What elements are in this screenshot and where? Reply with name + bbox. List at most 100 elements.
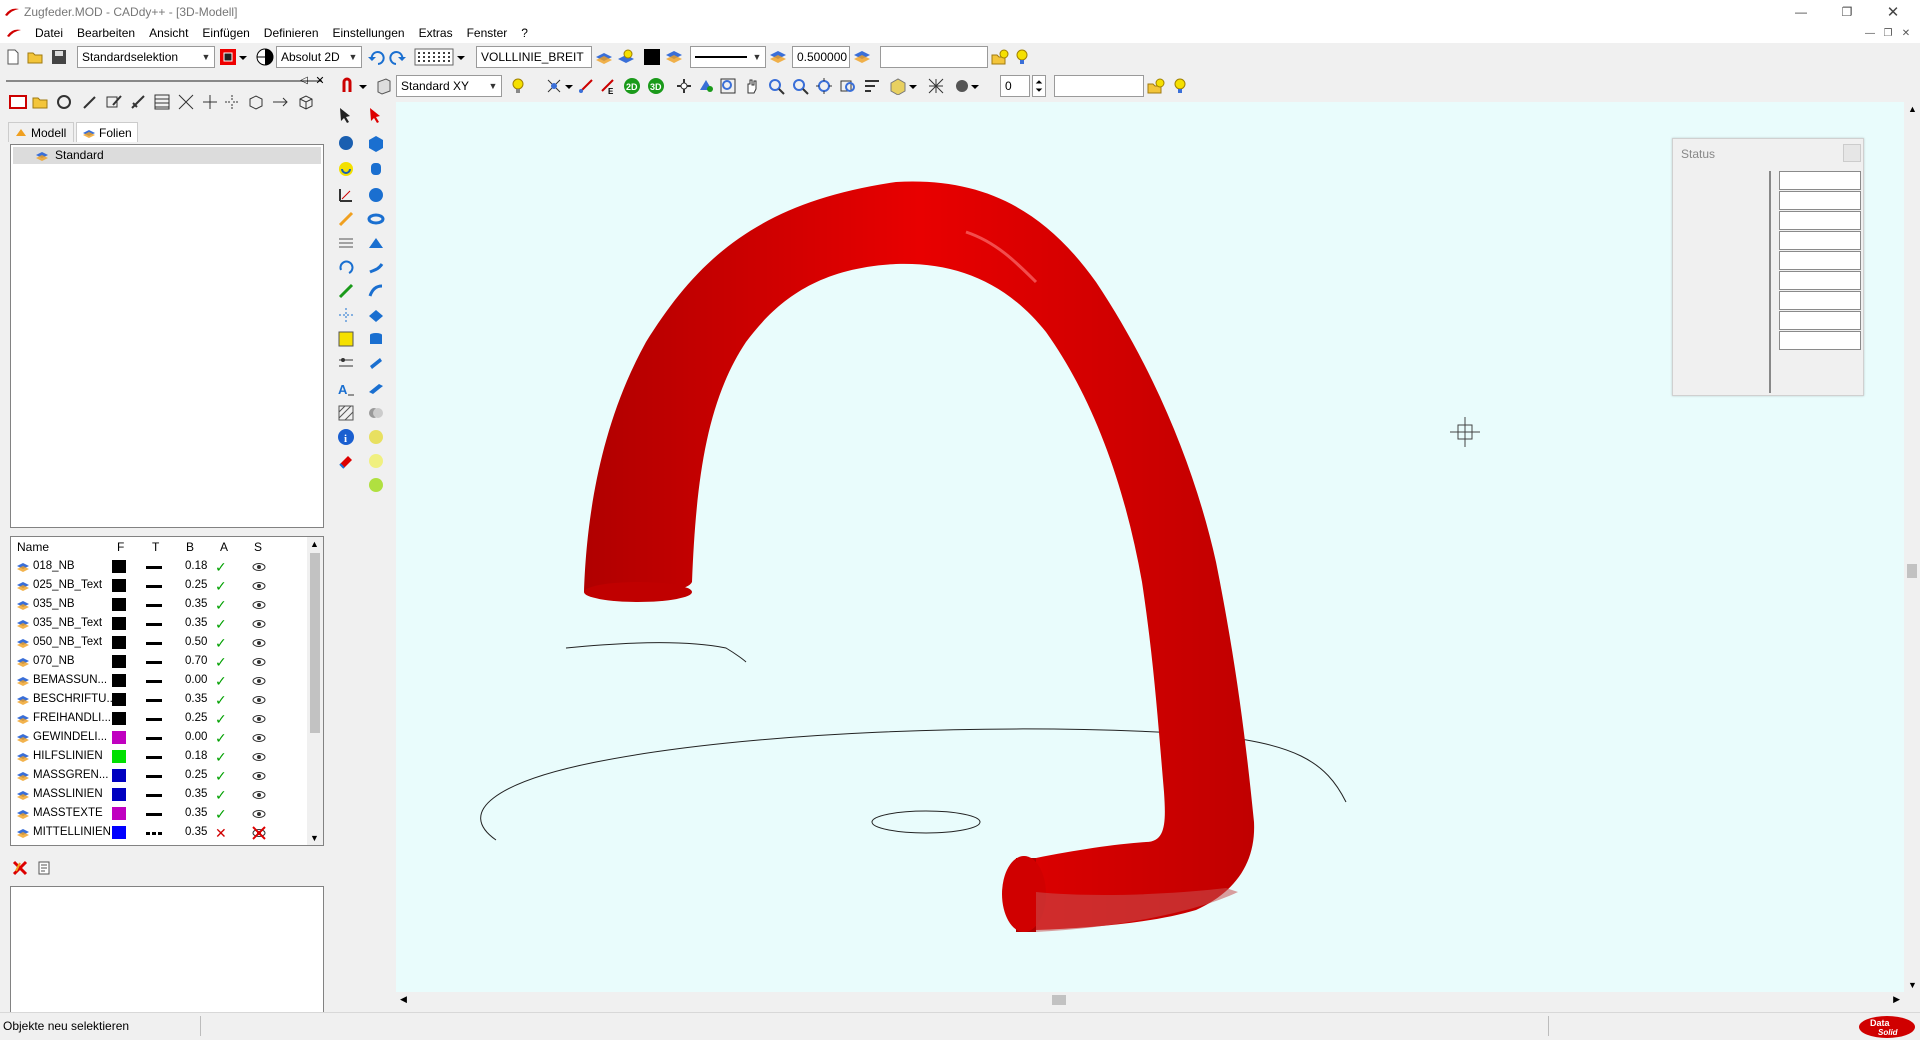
scroll-down-icon[interactable]: ▼ — [310, 833, 319, 843]
close-button[interactable]: ✕ — [1870, 0, 1916, 23]
shading-dropdown-icon[interactable] — [908, 76, 918, 96]
eraser-tool-icon[interactable] — [336, 451, 356, 471]
layer-row[interactable]: 050_NB_Text 0.50 ✓ — [11, 633, 309, 652]
mdi-minimize-button[interactable]: — — [1862, 26, 1878, 40]
check-icon[interactable]: ✓ — [215, 635, 231, 651]
check-icon[interactable]: ✓ — [215, 578, 231, 594]
line-width-stack-icon[interactable] — [852, 47, 872, 67]
layer-width[interactable]: 0.25 — [185, 769, 215, 781]
tab-folien[interactable]: Folien — [76, 122, 138, 142]
rotate-view-icon[interactable] — [696, 76, 716, 96]
view-plane-icon[interactable] — [374, 76, 394, 96]
lightbulb-icon-2[interactable] — [1170, 76, 1190, 96]
extrude-tool-icon[interactable] — [270, 92, 290, 112]
check-icon[interactable]: ✓ — [215, 559, 231, 575]
layer-linetype[interactable] — [146, 566, 162, 569]
eye-icon[interactable] — [251, 673, 267, 689]
layer-width[interactable]: 0.35 — [185, 807, 215, 819]
pipe-tool-icon[interactable] — [340, 76, 360, 96]
layer-color-swatch[interactable] — [112, 731, 126, 744]
layer-width[interactable]: 0.50 — [185, 636, 215, 648]
layer-width[interactable]: 0.35 — [185, 788, 215, 800]
zoom-out-icon[interactable] — [790, 76, 810, 96]
edit-tool-icon[interactable] — [104, 92, 124, 112]
layer-linetype[interactable] — [146, 680, 162, 683]
shell-tool-icon[interactable] — [366, 353, 386, 373]
layer-row[interactable]: MASSGREN... 0.25 ✓ — [11, 766, 309, 785]
wedge-tool-icon[interactable] — [366, 233, 386, 253]
status-panel-close-button[interactable] — [1843, 144, 1861, 162]
delete-layer-icon[interactable] — [10, 858, 30, 878]
layer-width[interactable]: 0.70 — [185, 655, 215, 667]
eye-icon[interactable] — [251, 559, 267, 575]
layer-linetype[interactable] — [146, 794, 162, 797]
zoom-in-icon[interactable] — [766, 76, 786, 96]
layer-width[interactable]: 0.00 — [185, 731, 215, 743]
layer-width[interactable]: 0.25 — [185, 712, 215, 724]
selection-frame-icon[interactable] — [218, 47, 238, 67]
menu-einfuegen[interactable]: Einfügen — [195, 23, 256, 43]
layer-linetype[interactable] — [146, 737, 162, 740]
offset-tool-icon[interactable] — [222, 92, 242, 112]
layer-number-field[interactable]: 0 — [1000, 75, 1030, 97]
layer-color-swatch[interactable] — [112, 636, 126, 649]
helix-tool-icon[interactable] — [366, 257, 386, 277]
vp-scroll-right-icon[interactable]: ▶ — [1893, 994, 1900, 1005]
eye-hidden-icon[interactable] — [251, 825, 267, 841]
grid-pattern-icon[interactable] — [414, 47, 454, 67]
dotted-line-tool-icon[interactable] — [336, 305, 356, 325]
rotate-tool-icon[interactable] — [336, 257, 356, 277]
select-arrow-icon[interactable] — [336, 105, 356, 125]
layer-color-swatch[interactable] — [112, 655, 126, 668]
menu-datei[interactable]: Datei — [28, 23, 70, 43]
grid-dropdown-icon[interactable] — [456, 47, 466, 67]
eye-icon[interactable] — [251, 711, 267, 727]
status-panel-divider[interactable] — [1769, 171, 1771, 393]
layer-linetype[interactable] — [146, 718, 162, 721]
layer-row[interactable]: 035_NB 0.35 ✓ — [11, 595, 309, 614]
orbit-icon[interactable] — [674, 76, 694, 96]
check-icon[interactable]: ✓ — [215, 749, 231, 765]
render-dropdown-icon[interactable] — [970, 76, 980, 96]
vp-vscroll-thumb[interactable] — [1907, 564, 1917, 578]
layer-width[interactable]: 0.00 — [185, 674, 215, 686]
menu-einstellungen[interactable]: Einstellungen — [326, 23, 412, 43]
pan-hand-icon[interactable] — [742, 76, 762, 96]
layer-row[interactable]: FREIHANDLI... 0.25 ✓ — [11, 709, 309, 728]
line-style-layer-icon[interactable] — [664, 47, 684, 67]
folder-lightbulb-icon[interactable] — [990, 47, 1010, 67]
layer-row[interactable]: 018_NB 0.18 ✓ — [11, 557, 309, 576]
coordinate-mode-select[interactable]: Absolut 2D ▼ — [276, 46, 362, 68]
hatch-line-tool-icon[interactable] — [336, 233, 356, 253]
layer-row[interactable]: MASSLINIEN 0.35 ✓ — [11, 785, 309, 804]
shaded-box-icon[interactable] — [888, 76, 908, 96]
undo-icon[interactable] — [366, 47, 386, 67]
light-icon[interactable] — [508, 76, 528, 96]
eye-icon[interactable] — [251, 578, 267, 594]
eye-icon[interactable] — [251, 654, 267, 670]
redo-icon[interactable] — [388, 47, 408, 67]
color-lightbulb-icon[interactable] — [616, 47, 636, 67]
sweep-tool-icon[interactable] — [366, 281, 386, 301]
layer-color-swatch[interactable] — [112, 807, 126, 820]
transform-tool-icon[interactable] — [336, 353, 356, 373]
menu-extras[interactable]: Extras — [412, 23, 460, 43]
eye-icon[interactable] — [251, 692, 267, 708]
axis-tool-icon[interactable] — [336, 185, 356, 205]
select-red-arrow-icon[interactable] — [366, 105, 386, 125]
panel-pin-icon[interactable]: ◁ — [298, 74, 310, 86]
snap-point-icon[interactable] — [544, 76, 564, 96]
section-view-icon[interactable] — [862, 76, 882, 96]
light-sphere-icon[interactable] — [366, 451, 386, 471]
check-icon[interactable]: ✓ — [215, 711, 231, 727]
layer-row[interactable]: MITTELLINIEN 0.35 ✕ — [11, 823, 309, 842]
status-panel[interactable]: Status — [1672, 138, 1864, 396]
layer-color-swatch[interactable] — [112, 712, 126, 725]
cube-tool-icon[interactable] — [296, 92, 316, 112]
box-tool-icon[interactable] — [246, 92, 266, 112]
trim-tool-icon[interactable] — [176, 92, 196, 112]
sphere-tool-icon[interactable] — [336, 133, 356, 153]
check-icon[interactable]: ✓ — [215, 597, 231, 613]
info-icon[interactable]: i — [336, 427, 356, 447]
layer-width[interactable]: 0.25 — [185, 579, 215, 591]
